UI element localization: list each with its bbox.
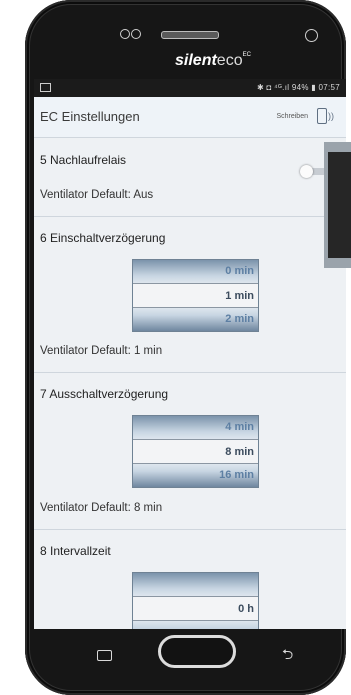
picker-option[interactable]: 0 min [133,260,258,283]
earpiece-speaker [161,31,219,39]
section-einschaltverzoegerung: 6 Einschaltverzögerung 0 min 1 min 2 min… [34,217,346,373]
section-nachlaufrelais: 5 Nachlaufrelais Ventilator Default: Aus [34,138,346,217]
picker-option[interactable] [133,573,258,596]
notification-icon [40,83,51,92]
home-button[interactable] [158,635,236,668]
nav-bar: ⮌ [34,630,346,680]
picker-option[interactable]: 4 min [133,416,258,439]
device-signal-icon [317,108,327,124]
sensor-holes [120,29,144,39]
brand-logo: silentecoEC [175,52,251,69]
write-label[interactable]: Schreiben [276,113,308,120]
default-label: Ventilator Default: 8 min [40,502,163,514]
write-button[interactable]: )) [313,106,338,126]
picker-selected-option[interactable]: 1 min [133,283,258,308]
intervallzeit-picker[interactable]: 0 h [132,572,259,629]
status-indicators: ✱ ◘ ⁴ᴳ.ıl 94% ▮ 07:57 [256,83,340,92]
section-title: 6 Einschaltverzögerung [40,231,166,245]
picker-selected-option[interactable]: 8 min [133,439,258,464]
page-title: EC Einstellungen [40,109,140,124]
section-intervallzeit: 8 Intervallzeit 0 h [34,530,346,629]
default-label: Ventilator Default: Aus [40,189,154,201]
recents-icon[interactable] [97,650,112,661]
overlay-panel [328,152,351,258]
ausschaltverzoegerung-picker[interactable]: 4 min 8 min 16 min [132,415,259,488]
app-screen: ✱ ◘ ⁴ᴳ.ıl 94% ▮ 07:57 EC Einstellungen S… [34,79,346,629]
section-title: 5 Nachlaufrelais [40,153,127,167]
einschaltverzoegerung-picker[interactable]: 0 min 1 min 2 min [132,259,259,332]
default-label: Ventilator Default: 1 min [40,345,163,357]
app-header: EC Einstellungen Schreiben )) [34,97,346,138]
picker-selected-option[interactable]: 0 h [133,596,258,621]
signal-waves-icon: )) [328,111,334,121]
picker-option[interactable]: 16 min [133,464,258,487]
status-bar: ✱ ◘ ⁴ᴳ.ıl 94% ▮ 07:57 [34,79,346,97]
picker-option[interactable]: 2 min [133,308,258,331]
toggle-knob [300,165,313,178]
section-title: 7 Ausschaltverzögerung [40,387,169,401]
section-ausschaltverzoegerung: 7 Ausschaltverzögerung 4 min 8 min 16 mi… [34,373,346,530]
section-title: 8 Intervallzeit [40,544,111,558]
front-camera [305,29,318,42]
back-icon[interactable]: ⮌ [282,644,293,668]
